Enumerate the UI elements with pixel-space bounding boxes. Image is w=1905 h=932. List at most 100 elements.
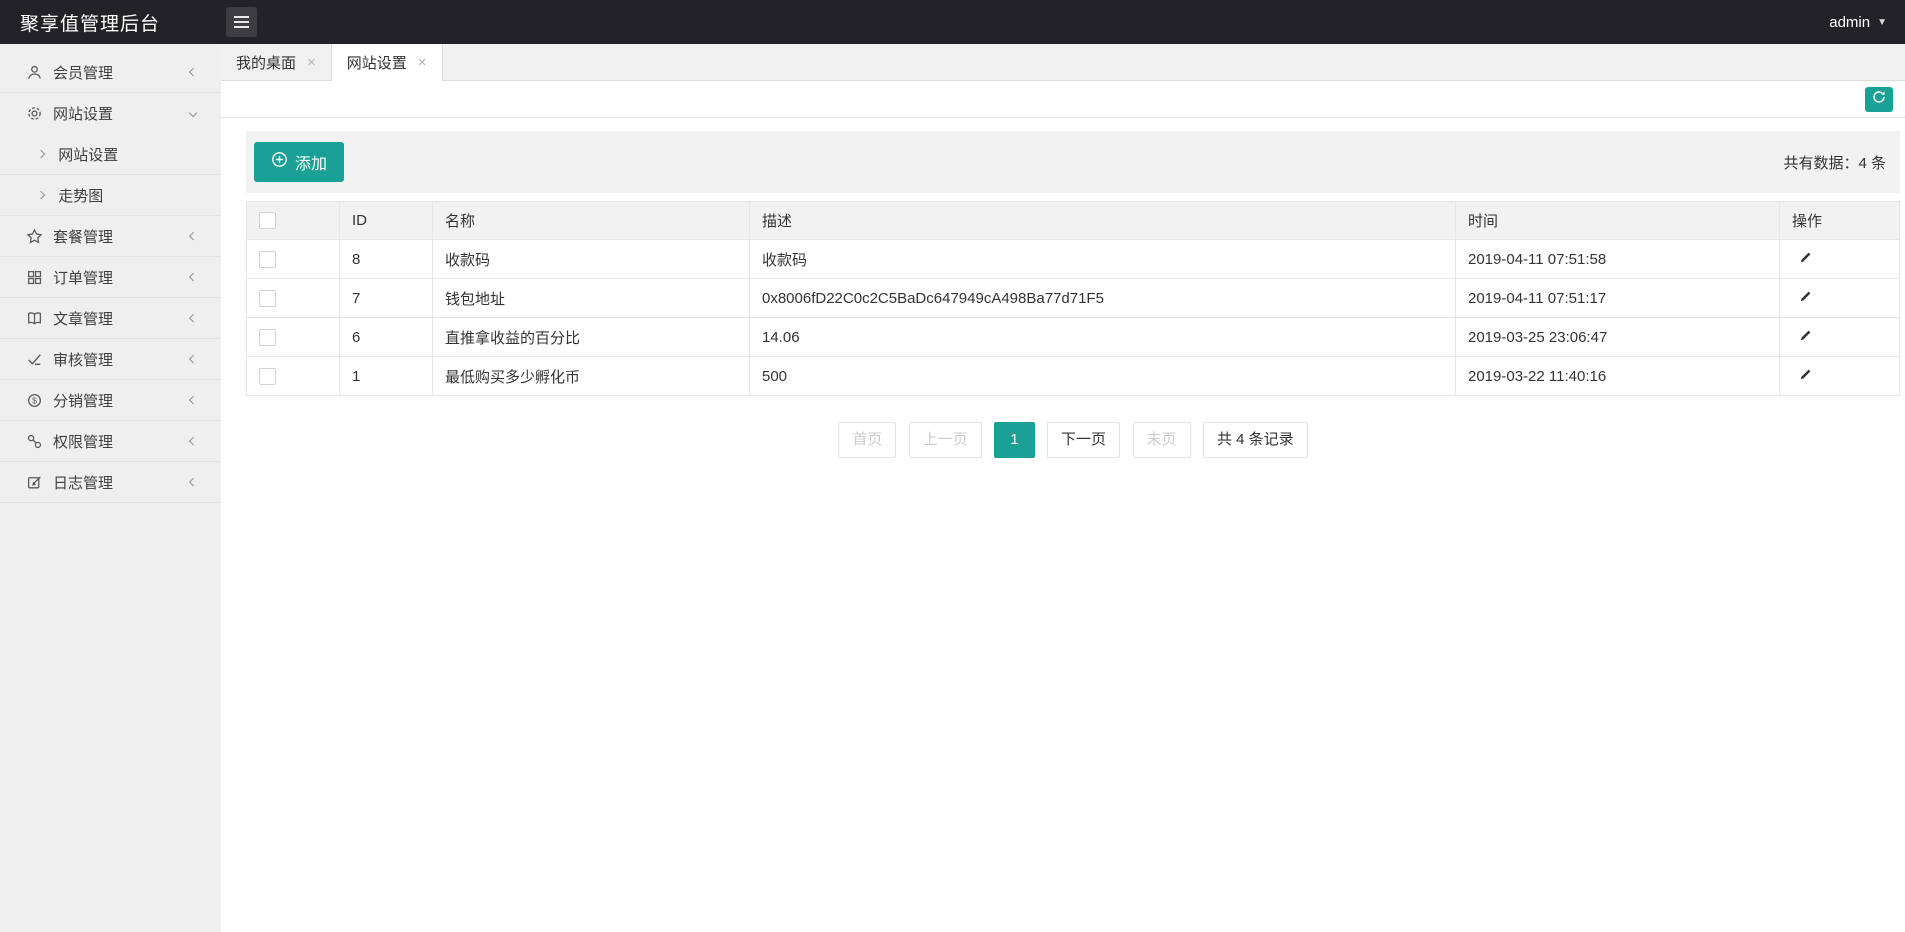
star-icon xyxy=(26,227,43,245)
pagination-last-button[interactable]: 末页 xyxy=(1132,422,1191,458)
select-all-checkbox[interactable] xyxy=(259,212,276,230)
edit-icon[interactable] xyxy=(1798,367,1813,382)
hamburger-menu-icon[interactable] xyxy=(226,7,257,37)
sidebar-item-label: 会员管理 xyxy=(53,64,114,82)
chevron-left-icon xyxy=(188,395,198,405)
chevron-right-icon xyxy=(36,190,46,200)
sidebar-item-audit[interactable]: 审核管理 xyxy=(0,339,221,380)
row-checkbox[interactable] xyxy=(259,250,276,268)
caret-down-icon: ▼ xyxy=(1877,16,1887,28)
plus-circle-icon xyxy=(271,151,288,173)
close-icon[interactable]: × xyxy=(418,54,427,71)
app-title: 聚享值管理后台 xyxy=(20,13,161,35)
sidebar-subitem-label: 网站设置 xyxy=(58,146,119,164)
link-icon xyxy=(26,433,43,450)
log-icon xyxy=(26,474,43,491)
column-header-desc: 描述 xyxy=(749,201,1456,240)
cell-id: 7 xyxy=(339,278,433,318)
grid-icon xyxy=(26,269,43,286)
cell-time: 2019-04-11 07:51:17 xyxy=(1455,278,1780,318)
cell-id: 1 xyxy=(339,356,433,396)
row-checkbox[interactable] xyxy=(259,289,276,307)
cell-name: 收款码 xyxy=(432,239,750,279)
row-checkbox[interactable] xyxy=(259,328,276,346)
pagination-page-1-button[interactable]: 1 xyxy=(994,422,1035,458)
chevron-right-icon xyxy=(36,149,46,159)
table-toolbar: 添加 共有数据：4 条 xyxy=(246,131,1900,193)
close-icon[interactable]: × xyxy=(307,54,316,71)
cell-id: 8 xyxy=(339,239,433,279)
table-row: 6 直推拿收益的百分比 14.06 2019-03-25 23:06:47 xyxy=(246,317,1900,357)
sidebar-item-package[interactable]: 套餐管理 xyxy=(0,216,221,257)
tab-label: 网站设置 xyxy=(346,54,407,72)
settings-table: ID 名称 描述 时间 操作 8 收款码 收款码 2019-04-11 07:51:5… xyxy=(246,201,1900,396)
sidebar-item-label: 分销管理 xyxy=(53,392,114,410)
cell-time: 2019-03-25 23:06:47 xyxy=(1455,317,1780,357)
dollar-icon: $ xyxy=(26,392,43,409)
edit-icon[interactable] xyxy=(1798,289,1813,304)
pagination-prev-button[interactable]: 上一页 xyxy=(908,422,982,458)
tab-bar: 我的桌面 × 网站设置 × xyxy=(221,44,1905,81)
table-body: 8 收款码 收款码 2019-04-11 07:51:58 7 钱包地址 0x8006fD2… xyxy=(246,239,1900,396)
sidebar-item-label: 审核管理 xyxy=(53,351,114,369)
sidebar-subitem-trend-chart[interactable]: 走势图 xyxy=(0,175,221,216)
cell-desc: 0x8006fD22C0c2C5BaDc647949cA498Ba77d71F5 xyxy=(749,278,1456,318)
cell-time: 2019-04-11 07:51:58 xyxy=(1455,239,1780,279)
sidebar-item-distribution[interactable]: $ 分销管理 xyxy=(0,380,221,421)
edit-icon[interactable] xyxy=(1798,250,1813,265)
svg-text:$: $ xyxy=(32,395,37,405)
column-header-action: 操作 xyxy=(1779,201,1900,240)
chevron-left-icon xyxy=(188,231,198,241)
cell-desc: 收款码 xyxy=(749,239,1456,279)
cell-name: 最低购买多少孵化币 xyxy=(432,356,750,396)
sidebar-item-logs[interactable]: 日志管理 xyxy=(0,462,221,503)
sidebar-item-site-settings[interactable]: 网站设置 xyxy=(0,93,221,134)
book-icon xyxy=(26,310,43,327)
chevron-left-icon xyxy=(188,436,198,446)
user-menu[interactable]: admin ▼ xyxy=(1829,14,1905,31)
chevron-left-icon xyxy=(188,477,198,487)
add-button-label: 添加 xyxy=(295,156,328,173)
column-header-id: ID xyxy=(339,201,433,240)
pagination-first-button[interactable]: 首页 xyxy=(838,422,897,458)
cell-name: 钱包地址 xyxy=(432,278,750,318)
pagination-total-label: 共 4 条记录 xyxy=(1202,422,1308,458)
column-header-name: 名称 xyxy=(432,201,750,240)
sidebar-item-permissions[interactable]: 权限管理 xyxy=(0,421,221,462)
refresh-icon xyxy=(1871,89,1887,110)
chevron-left-icon xyxy=(188,313,198,323)
username: admin xyxy=(1829,13,1871,31)
sidebar-subitem-site-settings[interactable]: 网站设置 xyxy=(0,134,221,175)
total-count-label: 共有数据：4 条 xyxy=(1783,154,1886,172)
sidebar-item-label: 权限管理 xyxy=(53,433,114,451)
chevron-down-icon xyxy=(188,109,198,118)
table-header-row: ID 名称 描述 时间 操作 xyxy=(246,201,1900,240)
tab-my-desktop[interactable]: 我的桌面 × xyxy=(221,44,332,80)
sidebar-item-articles[interactable]: 文章管理 xyxy=(0,298,221,339)
column-header-time: 时间 xyxy=(1455,201,1780,240)
row-checkbox[interactable] xyxy=(259,367,276,385)
sidebar-item-orders[interactable]: 订单管理 xyxy=(0,257,221,298)
pagination: 首页 上一页 1 下一页 末页 共 4 条记录 xyxy=(246,422,1900,458)
gear-icon xyxy=(26,105,43,122)
add-button[interactable]: 添加 xyxy=(254,142,345,182)
sidebar-item-label: 日志管理 xyxy=(53,474,114,492)
sidebar-item-member[interactable]: 会员管理 xyxy=(0,52,221,93)
table-row: 7 钱包地址 0x8006fD22C0c2C5BaDc647949cA498Ba77… xyxy=(246,278,1900,318)
table-row: 8 收款码 收款码 2019-04-11 07:51:58 xyxy=(246,239,1900,279)
top-header: 聚享值管理后台 admin ▼ xyxy=(0,0,1905,44)
sidebar-item-label: 网站设置 xyxy=(53,106,114,123)
sidebar-subitem-label: 走势图 xyxy=(58,187,104,205)
cell-desc: 14.06 xyxy=(749,317,1456,357)
table-row: 1 最低购买多少孵化币 500 2019-03-22 11:40:16 xyxy=(246,356,1900,396)
chevron-left-icon xyxy=(188,67,198,77)
sidebar-item-label: 文章管理 xyxy=(53,310,114,328)
chevron-left-icon xyxy=(188,354,198,364)
pagination-next-button[interactable]: 下一页 xyxy=(1047,422,1121,458)
user-icon xyxy=(26,64,43,81)
refresh-button[interactable] xyxy=(1865,87,1893,112)
cell-desc: 500 xyxy=(749,356,1456,396)
tab-site-settings[interactable]: 网站设置 × xyxy=(331,44,443,81)
edit-icon[interactable] xyxy=(1798,328,1813,343)
chevron-left-icon xyxy=(188,272,198,282)
